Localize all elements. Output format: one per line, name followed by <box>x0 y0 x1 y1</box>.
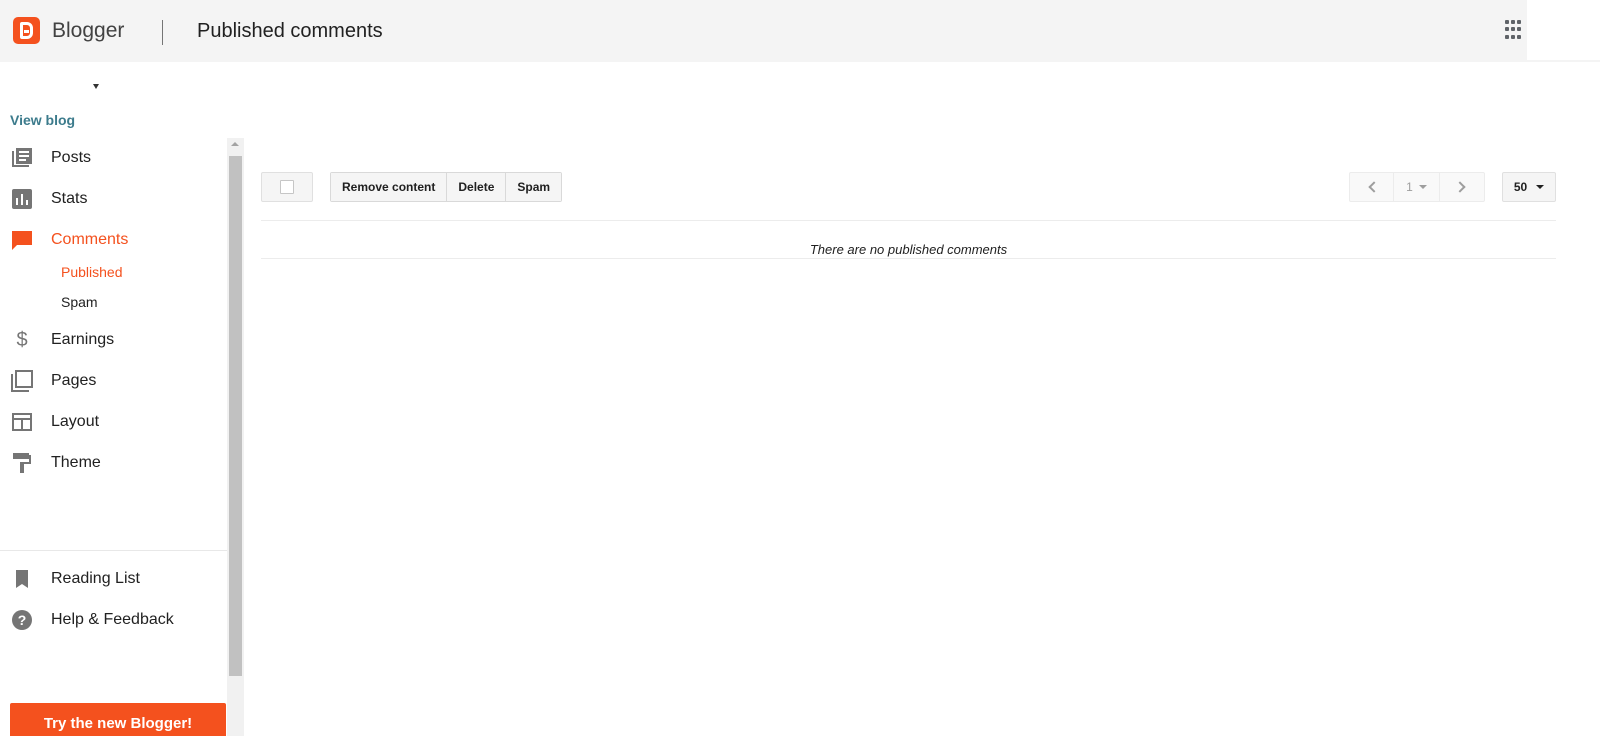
account-area[interactable] <box>1527 0 1600 60</box>
layout-icon <box>11 411 33 433</box>
sidebar-item-label: Stats <box>51 190 88 207</box>
sidebar-item-theme[interactable]: Theme <box>0 445 220 481</box>
sidebar-item-earnings[interactable]: $ Earnings <box>0 322 220 358</box>
sidebar-subitem-published[interactable]: Published <box>61 264 123 280</box>
stats-icon <box>11 188 33 210</box>
view-blog-link[interactable]: View blog <box>10 112 75 128</box>
dollar-icon: $ <box>16 328 28 351</box>
paint-roller-icon <box>11 452 33 474</box>
top-bar: Blogger Published comments <box>0 0 1600 62</box>
sidebar-item-layout[interactable]: Layout <box>0 404 220 440</box>
brand-name[interactable]: Blogger <box>52 19 124 43</box>
apps-grid-icon[interactable] <box>1505 20 1525 40</box>
svg-text:?: ? <box>18 612 27 628</box>
page-select[interactable]: 1 <box>1394 173 1440 201</box>
spam-button[interactable]: Spam <box>506 173 562 201</box>
sidebar-item-label: Earnings <box>51 331 115 348</box>
sidebar-item-label: Layout <box>51 413 100 430</box>
caret-down-icon <box>1418 185 1427 189</box>
previous-page-button[interactable] <box>1350 173 1394 201</box>
sidebar-scrollbar[interactable] <box>227 138 244 736</box>
page-title: Published comments <box>197 20 383 42</box>
blogger-logo-icon[interactable] <box>13 17 40 44</box>
sidebar: Posts Stats Comments Published Spam $ Ea… <box>0 138 227 736</box>
sidebar-divider <box>0 550 227 551</box>
sidebar-item-label: Comments <box>51 231 129 248</box>
sidebar-item-comments[interactable]: Comments <box>0 222 220 258</box>
select-all-checkbox[interactable] <box>261 172 313 202</box>
sidebar-item-label: Pages <box>51 372 97 389</box>
next-page-button[interactable] <box>1440 173 1484 201</box>
remove-content-button[interactable]: Remove content <box>331 173 448 201</box>
chevron-left-icon <box>1367 181 1380 193</box>
sidebar-item-label: Reading List <box>51 570 140 587</box>
bulk-actions: Remove content Delete Spam <box>330 172 563 202</box>
sidebar-subitem-spam[interactable]: Spam <box>61 294 98 310</box>
sidebar-item-pages[interactable]: Pages <box>0 363 220 399</box>
empty-state-message: There are no published comments <box>809 242 1008 257</box>
sidebar-item-reading-list[interactable]: Reading List <box>0 561 220 597</box>
scrollbar-thumb[interactable] <box>229 156 242 676</box>
pages-icon <box>11 370 33 392</box>
comments-icon <box>11 229 33 251</box>
bookmark-icon <box>11 568 33 590</box>
blog-selector-dropdown-icon[interactable] <box>93 84 99 89</box>
help-icon: ? <box>11 609 33 631</box>
per-page-value: 50 <box>1513 180 1528 194</box>
list-divider-top <box>261 220 1556 221</box>
per-page-select[interactable]: 50 <box>1502 172 1556 202</box>
list-divider-bottom <box>261 258 1556 259</box>
caret-down-icon <box>1536 185 1545 189</box>
posts-icon <box>11 147 33 169</box>
delete-button[interactable]: Delete <box>447 173 507 201</box>
pagination: 1 <box>1349 172 1485 202</box>
scroll-up-arrow-icon[interactable] <box>231 142 239 146</box>
chevron-right-icon <box>1454 181 1466 193</box>
sidebar-item-stats[interactable]: Stats <box>0 181 220 217</box>
sidebar-item-label: Theme <box>51 454 101 471</box>
sidebar-item-posts[interactable]: Posts <box>0 140 220 176</box>
current-page: 1 <box>1406 180 1413 194</box>
sidebar-item-help[interactable]: ? Help & Feedback <box>0 602 220 638</box>
header-divider <box>162 20 163 45</box>
sidebar-item-label: Help & Feedback <box>51 611 174 628</box>
sidebar-item-label: Posts <box>51 149 92 166</box>
try-new-blogger-button[interactable]: Try the new Blogger! <box>10 703 226 736</box>
